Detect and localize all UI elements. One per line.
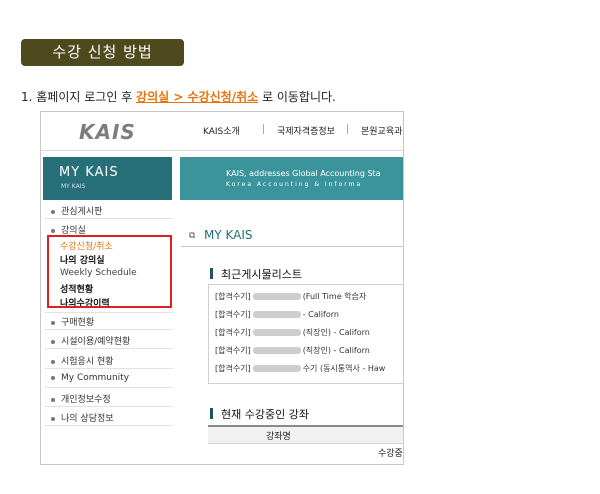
sidebar-item-label: 나의 상담정보 — [61, 414, 114, 424]
nav-divider — [347, 124, 348, 134]
bullet-icon — [51, 359, 55, 364]
list-item[interactable]: [합격수기] (Full Time 학습자 — [215, 291, 366, 302]
sidebar-item-facility-reservation[interactable]: 시설이용/예약현황 — [51, 334, 130, 347]
step-suffix: 로 이동합니다. — [258, 90, 336, 104]
kais-logo[interactable]: KAIS — [79, 120, 136, 144]
top-banner: KAIS, addresses Global Accounting Sta Ko… — [180, 157, 403, 200]
divider — [45, 368, 173, 369]
sidebar-subtitle: MY KAIS — [61, 183, 86, 190]
site-header: KAIS KAIS소개 국제자격증정보 본원교육과 — [41, 112, 403, 151]
section-title-badge: 수강 신청 방법 — [21, 39, 184, 66]
column-header-course: 강좌명 — [266, 432, 291, 442]
bullet-icon — [51, 416, 55, 421]
sidebar-item-consultation[interactable]: 나의 상담정보 — [51, 411, 114, 424]
list-item[interactable]: [합격수기] - Californ — [215, 309, 339, 320]
nav-item-education[interactable]: 본원교육과 — [361, 124, 402, 137]
bullet-icon — [51, 209, 55, 214]
sidebar-item-label: 시험응시 현황 — [61, 357, 114, 367]
current-courses-title: 현재 수강중인 강좌 — [221, 408, 309, 421]
blurred-text — [252, 311, 301, 318]
sidebar-header: MY KAIS MY KAIS — [43, 157, 172, 200]
table-header: 강좌명 — [208, 427, 403, 444]
list-item[interactable]: [합격수기] (직장인) - Californ — [215, 327, 370, 338]
sidebar-item-label: 구매현황 — [61, 318, 95, 328]
bullet-icon — [51, 320, 55, 325]
sidebar-item-purchases[interactable]: 구매현황 — [51, 315, 94, 328]
embedded-screenshot: KAIS KAIS소개 국제자격증정보 본원교육과 MY KAIS MY KAI… — [40, 111, 404, 465]
blurred-text — [252, 347, 301, 354]
course-menu-link[interactable]: 강의실 > 수강신청/취소 — [136, 90, 258, 104]
highlight-box — [47, 235, 172, 308]
divider — [45, 348, 173, 349]
recent-posts-list: [합격수기] (Full Time 학습자 [합격수기] - Californ [합… — [208, 284, 403, 384]
blurred-text — [252, 293, 301, 300]
table-cell-status: 수강중 — [378, 449, 403, 459]
recent-posts-title: 최근게시물리스트 — [221, 268, 302, 281]
sidebar-item-label: My Community — [61, 373, 130, 383]
section-marker-icon — [210, 268, 213, 279]
sidebar-item-label: 개인정보수정 — [61, 395, 111, 405]
sidebar-item-edit-profile[interactable]: 개인정보수정 — [51, 392, 111, 405]
blurred-text — [252, 365, 301, 372]
sidebar-item-my-community[interactable]: My Community — [51, 373, 129, 383]
list-item[interactable]: [합격수기] 수기 (동시통역사 - Haw — [215, 363, 385, 374]
bullet-icon — [51, 397, 55, 402]
list-item[interactable]: [합격수기] (직장인) - Californ — [215, 345, 370, 356]
step-instruction: 1. 홈페이지 로그인 후 강의실 > 수강신청/취소 로 이동합니다. — [21, 88, 336, 105]
divider — [45, 218, 173, 219]
nav-item-about[interactable]: KAIS소개 — [203, 124, 240, 137]
divider — [45, 312, 173, 313]
page-icon: ⧉ — [189, 231, 196, 241]
page-title: MY KAIS — [204, 228, 253, 242]
bullet-icon — [51, 339, 55, 344]
divider — [45, 425, 173, 426]
title-underline — [181, 246, 403, 247]
banner-line-1: KAIS, addresses Global Accounting Sta — [226, 169, 381, 178]
sidebar-item-label: 시설이용/예약현황 — [61, 337, 131, 347]
bullet-icon — [51, 228, 55, 233]
sidebar-item-label: 관심게시판 — [61, 207, 103, 217]
nav-divider — [263, 124, 264, 134]
blurred-text — [252, 329, 301, 336]
sidebar-item-exam-status[interactable]: 시험응시 현황 — [51, 354, 114, 367]
divider — [45, 387, 173, 388]
divider — [45, 406, 173, 407]
nav-item-certificates[interactable]: 국제자격증정보 — [277, 124, 335, 137]
sidebar-title: MY KAIS — [59, 165, 119, 180]
step-prefix: 1. 홈페이지 로그인 후 — [21, 90, 137, 104]
sidebar-item-favorite-board[interactable]: 관심게시판 — [51, 204, 102, 217]
banner-line-2: Korea Accounting & Informa — [226, 181, 363, 188]
bullet-icon — [51, 375, 55, 380]
divider — [45, 329, 173, 330]
section-marker-icon — [210, 408, 213, 419]
